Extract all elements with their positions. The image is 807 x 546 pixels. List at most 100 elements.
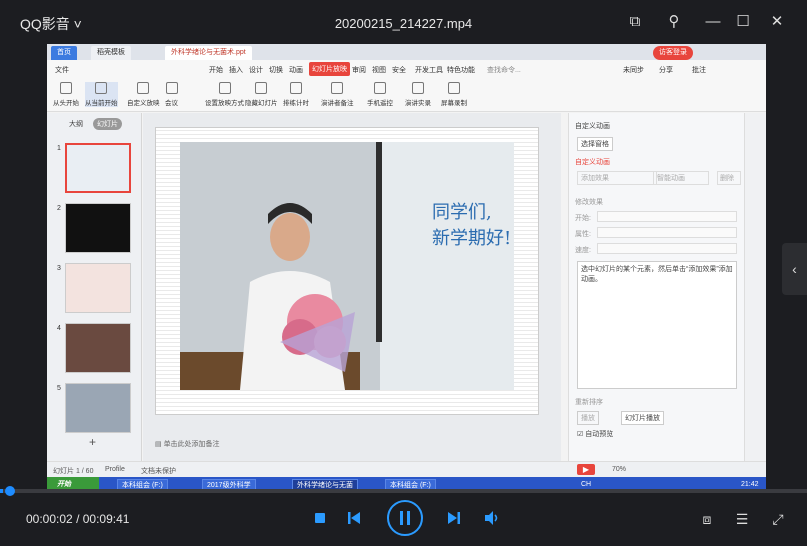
ribbon-presenter-notes: 演讲者备注 [321, 82, 354, 107]
time-separator: / [76, 512, 83, 526]
file-title: 20200215_214227.mp4 [334, 16, 473, 31]
slide-thumb-2 [65, 203, 131, 253]
wps-share: 分享 [659, 67, 673, 74]
stop-button[interactable] [313, 511, 327, 525]
reorder-label: 重新排序 [575, 399, 603, 406]
wps-menu-design: 设计 [249, 67, 263, 74]
zoom-label: 70% [612, 466, 627, 473]
minimize-icon[interactable]: — [703, 12, 723, 32]
video-frame[interactable]: 首页 稻壳模板 外科学绪论与无菌术.ppt 访客登录 文件 开始 插入 设计 切… [47, 44, 766, 493]
wps-menu-start: 开始 [209, 67, 223, 74]
ribbon-show-settings: 设置放映方式 [205, 82, 244, 107]
ribbon-from-current: 从当前开始 [85, 82, 118, 107]
property-label: 属性: [575, 231, 591, 238]
close-icon[interactable]: ✕ [767, 12, 787, 32]
wps-menu-insert: 插入 [229, 67, 243, 74]
volume-button[interactable] [483, 510, 501, 526]
doc-protect-label: 文档未保护 [141, 468, 176, 475]
fullscreen-icon: ⤢ [772, 511, 784, 527]
slide-thumb-1 [65, 143, 131, 193]
wps-slide-panel: 大纲 幻灯片 1 2 3 4 5 + [47, 113, 142, 461]
pin-icon[interactable]: ⚲ [664, 12, 684, 32]
slide-thumb-4 [65, 323, 131, 373]
add-slide-icon: + [89, 435, 97, 449]
ime-indicator: CH [581, 481, 592, 488]
notes-icon: ▤ [155, 441, 164, 448]
pause-button[interactable] [387, 500, 423, 536]
progress-knob[interactable] [5, 486, 15, 496]
ribbon-phone-remote: 手机遥控 [367, 82, 393, 107]
slide-greeting-line2: 新学期好! [432, 228, 512, 249]
wps-slide-canvas: 同学们, 新学期好! ▤ 单击此处添加备注 [143, 113, 561, 461]
delete-anim-button: 删除 [717, 171, 741, 185]
select-pane-button: 选择窗格 [577, 137, 613, 151]
speed-select [597, 243, 737, 254]
wps-tab-templates: 稻壳模板 [91, 46, 131, 60]
wps-status-bar: 幻灯片 1 / 60 Profile 文档未保护 70% ▶ [47, 461, 766, 477]
slideshow-button: 幻灯片播放 [621, 411, 664, 425]
slide-thumb-3 [65, 263, 131, 313]
panel-tab-outline: 大纲 [69, 121, 83, 128]
slide-count: 幻灯片 1 / 60 [53, 468, 94, 475]
wps-login-badge: 访客登录 [653, 46, 693, 60]
notes-placeholder: 单击此处添加备注 [163, 441, 220, 448]
panel-tab-slides: 幻灯片 [93, 118, 122, 130]
wps-menu-devtools: 开发工具 [415, 67, 443, 74]
time-current: 00:00:02 [26, 512, 73, 526]
progress-fill [0, 489, 3, 493]
current-slide: 同学们, 新学期好! [155, 127, 539, 415]
wps-menu-animation: 动画 [289, 67, 303, 74]
wps-menu-features: 特色功能 [447, 67, 475, 74]
wps-menu-file: 文件 [55, 67, 69, 74]
speaker-photo [180, 142, 514, 390]
anim-pane-header: 自定义动画 [575, 123, 610, 130]
play-slideshow-icon: ▶ [577, 464, 595, 475]
volume-icon [485, 511, 498, 525]
maximize-icon[interactable]: ☐ [733, 12, 753, 32]
ribbon-speech-record: 演讲实录 [405, 82, 431, 107]
play-anim-button: 播放 [577, 411, 599, 425]
wps-menu-view: 视图 [372, 67, 386, 74]
wps-comment: 批注 [692, 67, 706, 74]
speed-label: 速度: [575, 247, 591, 254]
time-total: 00:09:41 [82, 512, 130, 526]
settings-button[interactable]: ☰ [733, 510, 751, 528]
skip-next-icon [448, 512, 460, 524]
next-button[interactable] [446, 510, 462, 526]
previous-button[interactable] [346, 510, 362, 526]
title-bar: QQ影音 ˅ 20200215_214227.mp4 ⧉ ⚲ — ☐ ✕ [0, 0, 807, 44]
screenshot-button[interactable]: ⧈ [698, 510, 716, 528]
notes-area: ▤ 单击此处添加备注 [155, 439, 545, 449]
anim-section-title: 自定义动画 [575, 159, 610, 166]
anim-list-box: 选中幻灯片的某个元素，然后单击“添加效果”添加动画。 [577, 261, 737, 389]
qq-player-window: QQ影音 ˅ 20200215_214227.mp4 ⧉ ⚲ — ☐ ✕ 首页 … [0, 0, 807, 546]
capture-icon: ⧈ [702, 511, 712, 527]
wps-menu-slideshow: 幻灯片放映 [309, 62, 350, 76]
slide-photo: 同学们, 新学期好! [180, 142, 514, 390]
wps-side-toolbar [744, 113, 766, 461]
slide-thumb-5 [65, 383, 131, 433]
thumb-number: 3 [57, 265, 61, 272]
ribbon-meeting: 会议 [165, 82, 178, 107]
modify-effect-title: 修改效果 [575, 199, 603, 206]
thumb-number: 2 [57, 205, 61, 212]
slide-greeting-line1: 同学们, [432, 202, 492, 223]
wps-menu-transition: 切换 [269, 67, 283, 74]
side-panel-toggle[interactable]: ‹ [782, 243, 807, 295]
screenshot-icon[interactable]: ⧉ [625, 12, 645, 32]
add-effect-button: 添加效果 [577, 171, 657, 185]
anim-hint: 选中幻灯片的某个元素，然后单击“添加效果”添加动画。 [581, 266, 733, 283]
start-label: 开始: [575, 215, 591, 222]
progress-bar[interactable] [0, 486, 807, 496]
time-display: 00:00:02 / 00:09:41 [26, 512, 129, 526]
wps-menu-security: 安全 [392, 67, 406, 74]
wps-tab-document: 外科学绪论与无菌术.ppt [165, 46, 252, 60]
ribbon-rehearse: 排练计时 [283, 82, 309, 107]
stop-icon [315, 513, 325, 523]
wps-menu-bar: 文件 开始 插入 设计 切换 动画 幻灯片放映 审阅 视图 安全 开发工具 特色… [47, 60, 766, 78]
thumb-number: 4 [57, 325, 61, 332]
ribbon-hide-slide: 隐藏幻灯片 [245, 82, 278, 107]
wps-unsynced: 未同步 [623, 67, 644, 74]
fullscreen-button[interactable]: ⤢ [769, 510, 787, 528]
thumb-number: 5 [57, 385, 61, 392]
